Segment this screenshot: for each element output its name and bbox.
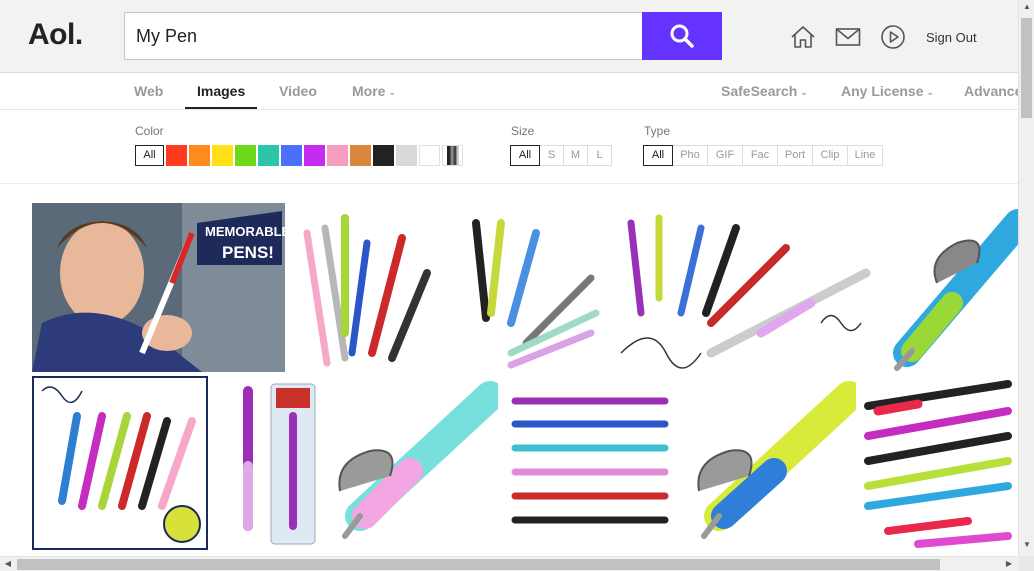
advanced-link[interactable]: Advance xyxy=(964,73,1022,109)
chevron-down-icon: ⌄ xyxy=(800,87,808,97)
mail-icon[interactable] xyxy=(834,24,862,50)
scroll-right-icon[interactable]: ▶ xyxy=(1001,559,1017,568)
image-result[interactable] xyxy=(32,376,208,550)
color-filter-label: Color xyxy=(135,124,164,138)
color-swatch-yellow[interactable] xyxy=(212,145,233,166)
tab-more-label: More xyxy=(352,83,386,99)
image-results-grid: MEMORABLE PENS! xyxy=(0,184,1018,556)
color-swatch-brown[interactable] xyxy=(350,145,371,166)
aol-logo[interactable]: Aol. xyxy=(28,18,83,52)
image-result[interactable] xyxy=(441,203,609,372)
image-result[interactable] xyxy=(287,203,439,372)
image-purple-pen-package xyxy=(216,376,318,550)
license-dropdown[interactable]: Any License ⌄ xyxy=(841,73,934,109)
tab-video-label: Video xyxy=(279,83,317,99)
color-swatch-blue[interactable] xyxy=(281,145,302,166)
image-teal-pink-fountain-pen xyxy=(320,376,498,550)
image-pens-with-doodles xyxy=(611,203,875,372)
color-swatch-orange[interactable] xyxy=(189,145,210,166)
type-filter-group: All Pho GIF Fac Port Clip Line xyxy=(643,145,883,166)
color-swatch-gray[interactable] xyxy=(396,145,417,166)
type-line-button[interactable]: Line xyxy=(847,145,883,166)
size-small-button[interactable]: S xyxy=(539,145,564,166)
color-all-button[interactable]: All xyxy=(135,145,164,166)
vertical-nav: Web Images Video More ⌄ SafeSearch ⌄ Any L… xyxy=(0,73,1022,110)
size-large-button[interactable]: L xyxy=(587,145,612,166)
image-result[interactable] xyxy=(611,203,875,372)
color-swatch-green[interactable] xyxy=(235,145,256,166)
image-result[interactable] xyxy=(320,376,498,550)
image-stacked-fountain-pens xyxy=(858,376,1018,550)
vertical-scroll-thumb[interactable] xyxy=(1021,18,1032,118)
scroll-up-icon[interactable]: ▲ xyxy=(1019,2,1034,11)
safesearch-dropdown[interactable]: SafeSearch ⌄ xyxy=(721,73,808,109)
type-clipart-button[interactable]: Clip xyxy=(812,145,848,166)
image-result[interactable]: MEMORABLE PENS! xyxy=(32,203,285,372)
color-swatch-red[interactable] xyxy=(166,145,187,166)
search-icon xyxy=(670,24,694,48)
license-label: Any License xyxy=(841,83,924,99)
image-result[interactable] xyxy=(500,376,677,550)
home-icon[interactable] xyxy=(790,24,816,50)
color-swatch-purple[interactable] xyxy=(304,145,325,166)
safesearch-label: SafeSearch xyxy=(721,83,798,99)
aol-image-search-page: Aol. Sign xyxy=(0,0,1034,571)
color-swatch-white[interactable] xyxy=(419,145,440,166)
image-result[interactable] xyxy=(216,376,318,550)
scroll-left-icon[interactable]: ◀ xyxy=(0,559,16,568)
type-all-button[interactable]: All xyxy=(643,145,673,166)
tab-video[interactable]: Video xyxy=(279,73,317,109)
color-swatch-pink[interactable] xyxy=(327,145,348,166)
tab-images[interactable]: Images xyxy=(185,73,258,109)
color-swatches: All xyxy=(135,145,463,166)
color-swatch-teal[interactable] xyxy=(258,145,279,166)
video-play-icon[interactable] xyxy=(880,24,906,50)
image-ballpoint-pens-fan xyxy=(441,203,609,372)
image-blue-green-fountain-pen xyxy=(877,203,1018,372)
advanced-label: Advance xyxy=(964,83,1023,99)
size-all-button[interactable]: All xyxy=(510,145,540,166)
image-fountain-pens-fan xyxy=(287,203,439,372)
filter-bar: Color All Size All S M L Type All Pho GI… xyxy=(0,110,1018,184)
vertical-scrollbar[interactable]: ▲ ▼ xyxy=(1018,0,1034,556)
horizontal-scroll-thumb[interactable] xyxy=(17,559,940,570)
image-pens-sketch-frame xyxy=(32,376,208,550)
image-result[interactable] xyxy=(877,203,1018,372)
image-result[interactable] xyxy=(679,376,856,550)
header-bar: Aol. Sign xyxy=(0,0,1018,73)
thumb-caption-top: MEMORABLE xyxy=(205,224,285,239)
type-gif-button[interactable]: GIF xyxy=(707,145,743,166)
scrollbar-corner xyxy=(1018,556,1034,571)
image-pen-color-list xyxy=(500,376,677,550)
sign-out-link[interactable]: Sign Out xyxy=(926,30,977,45)
size-filter-label: Size xyxy=(511,124,535,138)
horizontal-scrollbar[interactable]: ◀ ▶ xyxy=(0,556,1018,571)
tab-images-label: Images xyxy=(197,83,246,99)
search-box xyxy=(124,12,644,60)
search-button[interactable] xyxy=(642,12,722,60)
type-photo-button[interactable]: Pho xyxy=(672,145,708,166)
color-swatch-black[interactable] xyxy=(373,145,394,166)
thumb-caption-bottom: PENS! xyxy=(222,243,274,262)
chevron-down-icon: ⌄ xyxy=(926,87,935,97)
tab-web[interactable]: Web xyxy=(134,73,163,109)
type-face-button[interactable]: Fac xyxy=(742,145,778,166)
chevron-down-icon: ⌄ xyxy=(388,87,396,97)
scroll-down-icon[interactable]: ▼ xyxy=(1019,540,1034,549)
image-man-holding-pen: MEMORABLE PENS! xyxy=(32,203,285,372)
color-swatch-blackwhite[interactable] xyxy=(442,145,463,166)
size-filter-group: All S M L xyxy=(510,145,612,166)
tab-more[interactable]: More ⌄ xyxy=(352,73,396,109)
type-portrait-button[interactable]: Port xyxy=(777,145,813,166)
search-input[interactable] xyxy=(125,13,643,59)
image-result[interactable] xyxy=(858,376,1018,550)
size-medium-button[interactable]: M xyxy=(563,145,588,166)
image-lime-blue-fountain-pen xyxy=(679,376,856,550)
type-filter-label: Type xyxy=(644,124,671,138)
tab-web-label: Web xyxy=(134,83,164,99)
